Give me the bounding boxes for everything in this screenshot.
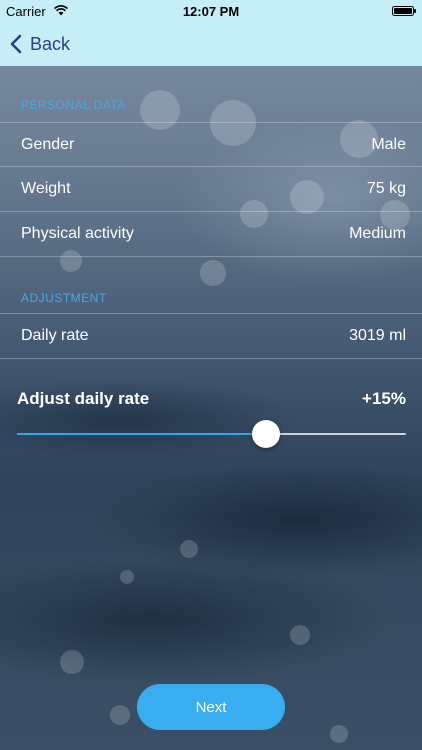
background-water-image: [0, 0, 422, 750]
adjust-daily-rate-slider[interactable]: [17, 420, 406, 448]
row-gender[interactable]: Gender Male: [0, 122, 422, 167]
row-label: Physical activity: [21, 225, 134, 242]
back-label: Back: [30, 33, 71, 54]
back-button[interactable]: Back: [10, 32, 70, 56]
section-header-personal-data: PERSONAL DATA: [21, 98, 126, 112]
row-daily-rate: Daily rate 3019 ml: [0, 313, 422, 359]
bokeh-light: [330, 725, 348, 743]
next-button[interactable]: Next: [137, 684, 285, 730]
section-header-adjustment: ADJUSTMENT: [21, 291, 107, 305]
row-value: 75 kg: [366, 180, 406, 197]
slider-thumb[interactable]: [252, 420, 280, 448]
adjust-daily-rate-value: +15%: [362, 389, 406, 408]
row-value: Medium: [349, 225, 406, 242]
row-value: Male: [371, 136, 406, 153]
bokeh-light: [200, 260, 226, 286]
battery-icon: [392, 6, 416, 16]
row-label: Weight: [21, 180, 71, 197]
status-bar: Carrier 12:07 PM: [0, 0, 422, 22]
row-value: 3019 ml: [349, 327, 406, 344]
row-physical-activity[interactable]: Physical activity Medium: [0, 211, 422, 257]
row-label: Gender: [21, 136, 75, 153]
bokeh-light: [180, 540, 198, 558]
next-button-label: Next: [195, 698, 227, 716]
bokeh-light: [110, 705, 130, 725]
status-time: 12:07 PM: [182, 4, 240, 19]
bokeh-light: [290, 625, 310, 645]
navigation-bar: Back: [0, 22, 422, 66]
bokeh-light: [120, 570, 134, 584]
bokeh-light: [60, 650, 84, 674]
slider-fill: [17, 433, 266, 435]
row-weight[interactable]: Weight 75 kg: [0, 166, 422, 211]
adjust-daily-rate-label: Adjust daily rate: [17, 389, 150, 408]
chevron-left-icon: [10, 34, 22, 54]
row-label: Daily rate: [21, 327, 89, 344]
